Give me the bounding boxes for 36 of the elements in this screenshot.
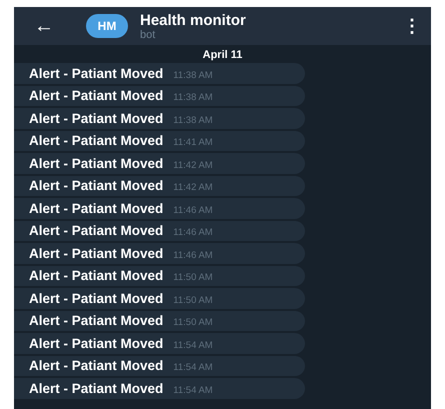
message-time: 11:38 AM	[173, 114, 213, 126]
message-time: 11:46 AM	[173, 204, 213, 216]
message-text: Alert - Patiant Moved	[29, 156, 164, 171]
message-time: 11:50 AM	[173, 317, 213, 328]
message-time: 11:50 AM	[173, 272, 213, 284]
message-text: Alert - Patiant Moved	[29, 246, 164, 261]
message-time: 11:38 AM	[173, 70, 213, 81]
message-time: 11:50 AM	[173, 294, 213, 306]
message-text: Alert - Patiant Moved	[29, 223, 164, 238]
chat-title: Health monitor	[140, 12, 247, 28]
message-text: Alert - Patiant Moved	[29, 336, 164, 351]
message-text: Alert - Patiant Moved	[29, 66, 164, 81]
message-text: Alert - Patiant Moved	[29, 380, 164, 396]
message-text: Alert - Patiant Moved	[29, 88, 164, 104]
message-text: Alert - Patiant Moved	[29, 200, 164, 216]
message-text: Alert - Patiant Moved	[29, 178, 164, 194]
menu-button[interactable]: ⋮	[403, 15, 421, 37]
message-time: 11:42 AM	[173, 160, 213, 171]
message-text: Alert - Patiant Moved	[29, 313, 164, 328]
chat-subtitle: bot	[140, 28, 156, 40]
message-time: 11:46 AM	[173, 227, 213, 238]
message-text: Alert - Patiant Moved	[29, 358, 164, 374]
message-text: Alert - Patiant Moved	[29, 110, 164, 126]
message-time: 11:41 AM	[173, 137, 213, 148]
back-button[interactable]: ←	[34, 16, 86, 36]
message-text: Alert - Patiant Moved	[29, 268, 164, 284]
date-label: April 11	[202, 49, 242, 61]
message-time: 11:54 AM	[173, 340, 213, 351]
message-text: Alert - Patiant Moved	[29, 290, 164, 306]
avatar: HM	[86, 14, 128, 38]
message-time: 11:38 AM	[173, 92, 213, 104]
message-time: 11:54 AM	[173, 362, 213, 374]
message-time: 11:42 AM	[173, 182, 213, 194]
message-time: 11:54 AM	[173, 384, 213, 396]
message-time: 11:46 AM	[173, 250, 213, 261]
message-text: Alert - Patiant Moved	[29, 133, 164, 148]
